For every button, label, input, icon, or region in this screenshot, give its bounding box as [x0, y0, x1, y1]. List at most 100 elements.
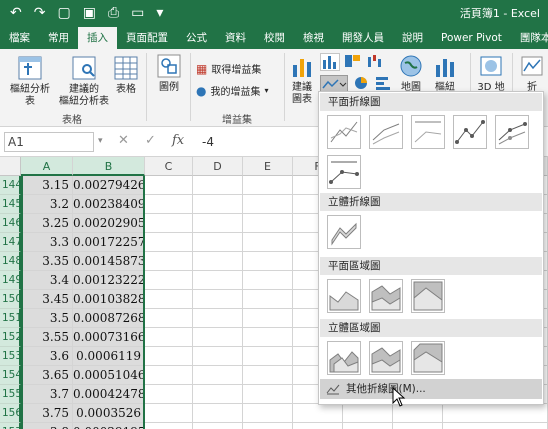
- empty-cell[interactable]: [145, 176, 193, 195]
- percent-stacked-markers-option[interactable]: [327, 155, 361, 189]
- cell-b[interactable]: 0.00172257: [73, 233, 146, 252]
- cell-a[interactable]: 3.65: [21, 366, 73, 385]
- area-option[interactable]: [327, 279, 361, 313]
- empty-cell[interactable]: [343, 423, 393, 429]
- empty-cell[interactable]: [193, 195, 243, 214]
- empty-cell[interactable]: [145, 385, 193, 404]
- line-with-markers-option[interactable]: [453, 115, 487, 149]
- sparkline-button[interactable]: 折: [518, 53, 546, 94]
- redo-icon[interactable]: ↷: [34, 4, 46, 22]
- cell-a[interactable]: 3.7: [21, 385, 73, 404]
- cell-b[interactable]: 0.00029195: [73, 423, 146, 429]
- recommended-pivot-button[interactable]: 建議的 樞紐分析表: [56, 55, 112, 108]
- row-header[interactable]: 157: [0, 423, 22, 429]
- empty-cell[interactable]: [145, 214, 193, 233]
- name-box[interactable]: A1: [4, 132, 94, 152]
- empty-cell[interactable]: [243, 309, 293, 328]
- empty-cell[interactable]: [193, 214, 243, 233]
- row-header[interactable]: 152: [0, 328, 22, 347]
- tab-team[interactable]: 團隊本: [511, 27, 548, 49]
- empty-cell[interactable]: [243, 214, 293, 233]
- more-line-charts-option[interactable]: 其他折線圖(M)...: [320, 379, 542, 399]
- column-chart-icon[interactable]: [320, 53, 340, 71]
- empty-cell[interactable]: [193, 404, 243, 423]
- stacked-line-markers-option[interactable]: [495, 115, 529, 149]
- empty-cell[interactable]: [293, 423, 343, 429]
- cell-b[interactable]: 0.0006119: [73, 347, 145, 366]
- get-addins-button[interactable]: ▦ 取得增益集: [196, 61, 261, 77]
- cell-a[interactable]: 3.5: [21, 309, 73, 328]
- cell-b[interactable]: 0.00123222: [73, 271, 146, 290]
- cell-b[interactable]: 0.00145873: [73, 252, 146, 271]
- row-header[interactable]: 155: [0, 385, 22, 404]
- row-header[interactable]: 145: [0, 195, 22, 214]
- tab-data[interactable]: 資料: [216, 27, 255, 49]
- row-header[interactable]: 153: [0, 347, 22, 366]
- row-header[interactable]: 147: [0, 233, 22, 252]
- select-all-corner[interactable]: [0, 157, 21, 176]
- undo-icon[interactable]: ↶: [10, 4, 22, 22]
- row-header[interactable]: 144: [0, 176, 22, 195]
- empty-cell[interactable]: [243, 252, 293, 271]
- cell-b[interactable]: 0.00202905: [73, 214, 146, 233]
- empty-cell[interactable]: [243, 366, 293, 385]
- cell-b[interactable]: 0.00073166: [73, 328, 146, 347]
- empty-cell[interactable]: [193, 347, 243, 366]
- empty-cell[interactable]: [145, 233, 193, 252]
- empty-cell[interactable]: [145, 328, 193, 347]
- empty-cell[interactable]: [243, 385, 293, 404]
- hierarchy-chart-icon[interactable]: [344, 53, 362, 71]
- tab-formulas[interactable]: 公式: [177, 27, 216, 49]
- tab-page-layout[interactable]: 頁面配置: [117, 27, 177, 49]
- column-header-a[interactable]: A: [21, 157, 73, 176]
- empty-cell[interactable]: [243, 271, 293, 290]
- waterfall-chart-icon[interactable]: [366, 53, 384, 71]
- table-button[interactable]: 表格: [112, 55, 140, 96]
- empty-cell[interactable]: [243, 195, 293, 214]
- column-header-b[interactable]: B: [73, 157, 145, 176]
- tab-view[interactable]: 檢視: [294, 27, 333, 49]
- row-header[interactable]: 146: [0, 214, 22, 233]
- tab-developer[interactable]: 開發人員: [333, 27, 393, 49]
- cell-a[interactable]: 3.15: [21, 176, 73, 195]
- empty-cell[interactable]: [193, 385, 243, 404]
- 3d-line-option[interactable]: [327, 215, 361, 249]
- cell-a[interactable]: 3.6: [21, 347, 73, 366]
- empty-cell[interactable]: [145, 309, 193, 328]
- row-header[interactable]: 154: [0, 366, 22, 385]
- 3d-map-button[interactable]: 3D 地: [476, 53, 506, 94]
- stacked-line-option[interactable]: [369, 115, 403, 149]
- empty-cell[interactable]: [193, 423, 243, 429]
- cell-b[interactable]: 0.0003526: [73, 404, 145, 423]
- cell-a[interactable]: 3.8: [21, 423, 73, 429]
- empty-cell[interactable]: [443, 404, 548, 423]
- empty-cell[interactable]: [243, 233, 293, 252]
- column-header-c[interactable]: C: [145, 157, 193, 176]
- empty-cell[interactable]: [193, 271, 243, 290]
- empty-cell[interactable]: [145, 195, 193, 214]
- formula-input[interactable]: -4: [202, 135, 214, 149]
- empty-cell[interactable]: [145, 404, 193, 423]
- cell-b[interactable]: 0.00279426: [73, 176, 146, 195]
- empty-cell[interactable]: [293, 404, 343, 423]
- illustrations-button[interactable]: 圖例: [152, 53, 186, 94]
- 3d-percent-stacked-area-option[interactable]: [411, 341, 445, 375]
- empty-cell[interactable]: [193, 252, 243, 271]
- empty-cell[interactable]: [243, 423, 293, 429]
- enter-icon[interactable]: ✓: [145, 133, 156, 148]
- line-chart-option[interactable]: [327, 115, 361, 149]
- map-button[interactable]: 地圖: [396, 53, 426, 94]
- cell-a[interactable]: 3.2: [21, 195, 73, 214]
- cell-b[interactable]: 0.00103828: [73, 290, 146, 309]
- empty-cell[interactable]: [145, 271, 193, 290]
- stacked-area-option[interactable]: [369, 279, 403, 313]
- tab-power-pivot[interactable]: Power Pivot: [432, 27, 511, 49]
- 3d-stacked-area-option[interactable]: [369, 341, 403, 375]
- empty-cell[interactable]: [443, 423, 548, 429]
- empty-cell[interactable]: [193, 290, 243, 309]
- recommended-charts-button[interactable]: 建議 圖表: [288, 53, 316, 106]
- row-header[interactable]: 150: [0, 290, 22, 309]
- empty-cell[interactable]: [145, 423, 193, 429]
- empty-cell[interactable]: [145, 290, 193, 309]
- cancel-icon[interactable]: ✕: [118, 133, 129, 148]
